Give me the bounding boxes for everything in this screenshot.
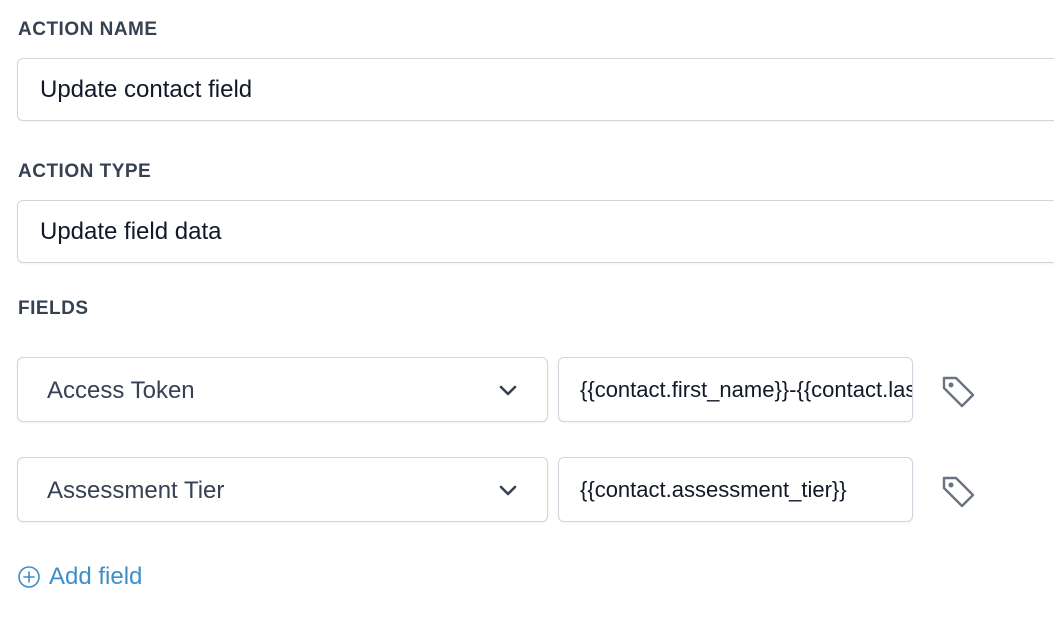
add-field-label: Add field (49, 563, 143, 590)
action-type-label: ACTION TYPE (18, 161, 152, 182)
field-select[interactable]: Access Token (17, 357, 548, 422)
field-select[interactable]: Assessment Tier (17, 457, 548, 522)
field-row: Assessment Tier (0, 457, 1054, 522)
chevron-down-icon (499, 385, 517, 396)
action-form: ACTION NAME ACTION TYPE FIELDS Access To… (0, 0, 1054, 637)
field-select-value: Assessment Tier (47, 477, 225, 504)
tag-icon[interactable] (938, 472, 978, 508)
plus-circle-icon (18, 566, 40, 588)
action-name-input[interactable] (17, 58, 1054, 121)
field-value-input[interactable] (558, 357, 913, 422)
tag-icon[interactable] (938, 372, 978, 408)
action-type-input[interactable] (17, 200, 1054, 263)
field-row: Access Token (0, 357, 1054, 422)
field-value-input[interactable] (558, 457, 913, 522)
chevron-down-icon (499, 485, 517, 496)
add-field-button[interactable]: Add field (17, 561, 142, 593)
fields-label: FIELDS (18, 298, 89, 319)
action-name-label: ACTION NAME (18, 19, 158, 40)
field-select-value: Access Token (47, 377, 195, 404)
